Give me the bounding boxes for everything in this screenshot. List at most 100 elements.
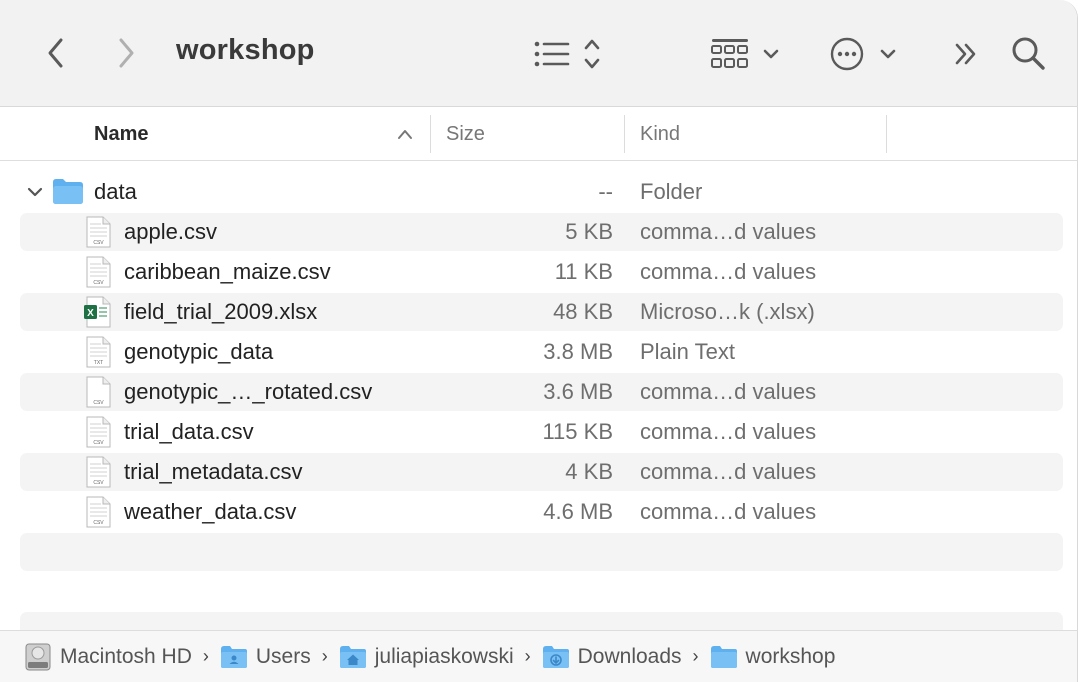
csv-file-icon: CSV bbox=[86, 376, 111, 408]
svg-text:CSV: CSV bbox=[93, 520, 104, 526]
path-item-users[interactable]: Users bbox=[220, 645, 311, 669]
file-kind: Plain Text bbox=[640, 339, 735, 364]
column-kind-label: Kind bbox=[640, 122, 681, 145]
path-item-label: Macintosh HD bbox=[60, 644, 192, 668]
path-separator: › bbox=[321, 646, 328, 666]
path-item-label: juliapiaskowski bbox=[374, 644, 514, 668]
folder-icon bbox=[53, 179, 83, 204]
path-item-label: Users bbox=[255, 644, 311, 668]
more-actions-button[interactable] bbox=[828, 34, 902, 74]
file-size: 4 KB bbox=[565, 459, 613, 484]
csv-file-icon: CSV bbox=[86, 256, 111, 288]
list-item[interactable]: TXT genotypic_data 3.8 MB Plain Text bbox=[20, 333, 1063, 371]
file-size: 11 KB bbox=[554, 259, 613, 284]
path-item-workshop[interactable]: workshop bbox=[710, 644, 836, 669]
toolbar-overflow-button[interactable] bbox=[948, 34, 984, 74]
column-size-header[interactable]: Size bbox=[446, 107, 616, 161]
ellipsis-circle-icon bbox=[830, 37, 896, 71]
file-size: 5 KB bbox=[565, 219, 613, 244]
column-divider[interactable] bbox=[430, 115, 431, 153]
file-kind: comma…d values bbox=[640, 419, 817, 444]
list-item[interactable]: CSV trial_metadata.csv 4 KB comma…d valu… bbox=[20, 453, 1063, 491]
column-name-label: Name bbox=[94, 122, 149, 145]
file-kind: comma…d values bbox=[640, 219, 817, 244]
disclosure-triangle-icon[interactable] bbox=[26, 184, 44, 200]
column-name-header[interactable]: Name bbox=[94, 107, 424, 161]
grid-view-icon bbox=[711, 39, 779, 68]
file-size: 3.6 MB bbox=[543, 379, 613, 404]
path-separator: › bbox=[202, 646, 209, 666]
svg-text:CSV: CSV bbox=[93, 240, 104, 246]
svg-text:CSV: CSV bbox=[93, 280, 104, 286]
csv-file-icon: CSV bbox=[86, 456, 111, 488]
list-view-button[interactable] bbox=[530, 34, 606, 74]
column-divider[interactable] bbox=[886, 115, 887, 153]
chevron-left-icon bbox=[48, 38, 63, 68]
empty-row bbox=[20, 533, 1063, 571]
window-title: workshop bbox=[176, 34, 315, 66]
file-kind: comma…d values bbox=[640, 459, 817, 484]
txt-file-icon: TXT bbox=[86, 336, 111, 368]
path-item-macintosh-hd[interactable]: Macintosh HD bbox=[24, 642, 192, 672]
csv-file-icon: CSV bbox=[86, 416, 111, 448]
file-name: weather_data.csv bbox=[124, 499, 297, 524]
path-item-downloads[interactable]: Downloads bbox=[542, 645, 682, 669]
file-size: 4.6 MB bbox=[543, 499, 613, 524]
downloads-folder-icon bbox=[542, 645, 569, 668]
forward-button[interactable] bbox=[108, 34, 144, 72]
file-name: trial_data.csv bbox=[124, 419, 254, 444]
finder-window: workshop Name Size Kind data -- Folder C… bbox=[0, 0, 1078, 682]
path-bar: Macintosh HD › Users › juliapiaskowski › bbox=[0, 630, 1077, 682]
search-icon bbox=[1012, 37, 1045, 70]
column-divider[interactable] bbox=[624, 115, 625, 153]
svg-text:X: X bbox=[87, 308, 94, 319]
group-view-button[interactable] bbox=[708, 34, 784, 74]
list-item[interactable]: CSV apple.csv 5 KB comma…d values bbox=[20, 213, 1063, 251]
file-kind: comma…d values bbox=[640, 379, 817, 404]
file-size: -- bbox=[598, 179, 613, 204]
path-item-home[interactable]: juliapiaskowski bbox=[339, 645, 514, 669]
chevron-right-icon bbox=[119, 38, 134, 68]
svg-text:CSV: CSV bbox=[93, 440, 104, 446]
file-name: trial_metadata.csv bbox=[124, 459, 303, 484]
column-header: Name Size Kind bbox=[0, 107, 1077, 161]
excel-file-icon: X bbox=[84, 296, 111, 328]
file-size: 3.8 MB bbox=[543, 339, 613, 364]
svg-text:CSV: CSV bbox=[93, 400, 104, 406]
column-size-label: Size bbox=[446, 122, 485, 145]
list-item-folder[interactable]: data -- Folder bbox=[20, 173, 1063, 211]
toolbar: workshop bbox=[0, 0, 1077, 107]
sort-ascending-icon bbox=[398, 130, 412, 139]
file-name: caribbean_maize.csv bbox=[124, 259, 331, 284]
file-kind: Microso…k (.xlsx) bbox=[640, 299, 815, 324]
list-item[interactable]: CSV weather_data.csv 4.6 MB comma…d valu… bbox=[20, 493, 1063, 531]
list-item[interactable]: CSV genotypic_…_rotated.csv 3.6 MB comma… bbox=[20, 373, 1063, 411]
folder-icon bbox=[710, 645, 737, 668]
double-chevron-icon bbox=[955, 43, 976, 65]
list-item[interactable]: CSV caribbean_maize.csv 11 KB comma…d va… bbox=[20, 253, 1063, 291]
path-separator: › bbox=[692, 646, 699, 666]
csv-file-icon: CSV bbox=[86, 216, 111, 248]
file-kind: comma…d values bbox=[640, 259, 817, 284]
file-size: 115 KB bbox=[542, 419, 613, 444]
file-name: apple.csv bbox=[124, 219, 217, 244]
file-name: genotypic_data bbox=[124, 339, 274, 364]
list-item[interactable]: X field_trial_2009.xlsx 48 KB Microso…k … bbox=[20, 293, 1063, 331]
list-item[interactable]: CSV trial_data.csv 115 KB comma…d values bbox=[20, 413, 1063, 451]
file-kind: comma…d values bbox=[640, 499, 817, 524]
back-button[interactable] bbox=[38, 34, 74, 72]
folder-icon bbox=[220, 645, 247, 668]
list-view-icon bbox=[534, 39, 600, 69]
search-button[interactable] bbox=[1008, 33, 1050, 75]
file-kind: Folder bbox=[640, 179, 703, 204]
svg-text:TXT: TXT bbox=[94, 360, 103, 366]
home-folder-icon bbox=[339, 645, 366, 668]
file-name: data bbox=[94, 179, 137, 204]
path-separator: › bbox=[524, 646, 531, 666]
empty-row bbox=[20, 612, 1063, 630]
path-item-label: workshop bbox=[745, 644, 836, 668]
file-name: field_trial_2009.xlsx bbox=[124, 299, 318, 324]
path-item-label: Downloads bbox=[577, 644, 682, 668]
file-name: genotypic_…_rotated.csv bbox=[124, 379, 373, 404]
column-kind-header[interactable]: Kind bbox=[640, 107, 880, 161]
